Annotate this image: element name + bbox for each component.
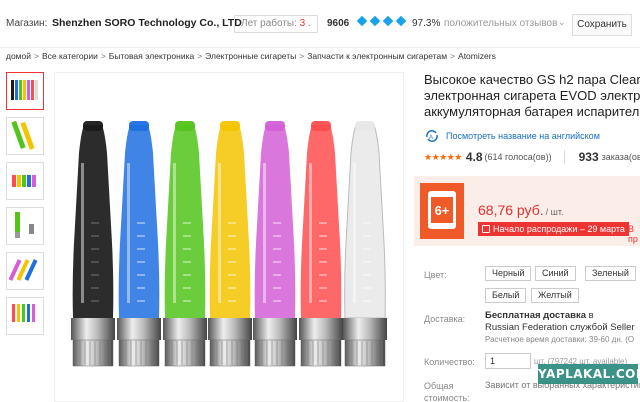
delivery-free: Бесплатная доставка bbox=[485, 310, 586, 321]
svg-text:A: A bbox=[429, 135, 433, 141]
atomizer-1 bbox=[71, 121, 115, 367]
breadcrumb-item: Atomizers bbox=[458, 51, 496, 61]
years-badge: Лет работы: 3 . bbox=[234, 15, 318, 33]
breadcrumb-item[interactable]: Бытовая электроника bbox=[109, 51, 194, 61]
diamond-icon bbox=[382, 15, 394, 27]
chevron-down-icon[interactable]: ⌄ bbox=[558, 17, 566, 28]
sale-extra-text: В пр bbox=[628, 224, 638, 244]
delivery-label: Доставка: bbox=[424, 314, 466, 324]
price-unit: / шт. bbox=[545, 207, 564, 217]
divider bbox=[563, 150, 565, 164]
color-option-green[interactable]: Зеленый bbox=[585, 266, 636, 281]
thumbnail-1[interactable] bbox=[6, 72, 44, 110]
sale-start-text: Начало распродажи – 29 марта bbox=[493, 224, 625, 234]
price-value: 68,76 руб. bbox=[478, 202, 544, 218]
thumbnail-image bbox=[11, 120, 35, 150]
atomizer-6 bbox=[299, 121, 343, 367]
price: 68,76 руб. / шт. bbox=[478, 202, 563, 218]
breadcrumb: домой > Все категории > Бытовая электроника >… bbox=[6, 51, 496, 61]
color-option-white[interactable]: Белый bbox=[485, 288, 527, 303]
atomizer-7 bbox=[343, 121, 387, 367]
thumbnail-image bbox=[11, 80, 38, 100]
breadcrumb-separator: > bbox=[34, 51, 39, 61]
color-option-black[interactable]: Черный bbox=[485, 266, 532, 281]
rating-row: ★★★★★ 4.8 (614 голоса(ов)) 933 заказа(ов bbox=[424, 150, 640, 164]
breadcrumb-separator: > bbox=[450, 51, 456, 61]
thumbnail-3[interactable] bbox=[6, 162, 44, 200]
color-label: Цвет: bbox=[424, 270, 447, 280]
atomizer-5 bbox=[253, 121, 297, 367]
product-title-line: аккумуляторная батарея испаритель bbox=[424, 104, 640, 119]
gift-icon: 6+ bbox=[428, 191, 456, 229]
thumbnail-2[interactable] bbox=[6, 117, 44, 155]
breadcrumb-separator: > bbox=[299, 51, 305, 61]
atomizer-photo bbox=[71, 121, 387, 367]
rating-votes[interactable]: (614 голоса(ов)) bbox=[485, 152, 552, 162]
years-value: 3 bbox=[299, 18, 306, 29]
watermark: YAPLAKAL.COM bbox=[538, 364, 640, 384]
thumbnail-image bbox=[8, 259, 38, 281]
breadcrumb-separator: > bbox=[197, 51, 203, 61]
translate-icon: A bbox=[424, 128, 440, 144]
store-name-link[interactable]: Shenzhen SORO Technology Co., LTD bbox=[52, 17, 242, 29]
diamond-icon bbox=[356, 15, 368, 27]
orders-label: заказа(ов bbox=[601, 152, 640, 162]
orders-count: 933 bbox=[578, 150, 599, 164]
main-product-image[interactable] bbox=[54, 72, 404, 402]
atomizer-2 bbox=[117, 121, 161, 367]
store-bar: Магазин: Shenzhen SORO Technology Co., L… bbox=[0, 0, 640, 48]
price-box: 6+ 68,76 руб. / шт. Начало распродажи – 2… bbox=[414, 176, 640, 246]
thumbnail-image bbox=[12, 175, 36, 187]
thumbnail-5[interactable] bbox=[6, 252, 44, 290]
breadcrumb-item[interactable]: Электронные сигареты bbox=[205, 51, 296, 61]
quantity-input[interactable] bbox=[485, 353, 531, 369]
atomizer-4 bbox=[208, 121, 252, 367]
translate-link-text[interactable]: Посмотреть название на английском bbox=[446, 131, 600, 141]
positive-feedback-label[interactable]: положительных отзывов bbox=[444, 18, 557, 29]
sale-start-banner: Начало распродажи – 29 марта bbox=[478, 222, 629, 236]
breadcrumb-item[interactable]: домой bbox=[6, 51, 31, 61]
color-option-yellow[interactable]: Желтый bbox=[531, 288, 579, 303]
delivery-destination[interactable]: Russian Federation службой Seller bbox=[485, 322, 640, 334]
quantity-label: Количество: bbox=[424, 357, 475, 367]
breadcrumb-item[interactable]: Все категории bbox=[42, 51, 98, 61]
delivery-info: Бесплатная доставка в Russian Federation… bbox=[485, 310, 640, 346]
seller-rank-diamonds bbox=[356, 15, 407, 27]
positive-feedback-pct: 97.3% bbox=[412, 18, 441, 29]
thumbnail-list bbox=[6, 72, 44, 342]
star-rating-icon: ★★★★★ bbox=[424, 151, 462, 162]
color-option-blue[interactable]: Синий bbox=[535, 266, 576, 281]
sale-badge: 6+ bbox=[420, 183, 464, 239]
breadcrumb-separator: > bbox=[100, 51, 106, 61]
diamond-icon bbox=[369, 15, 381, 27]
atomizer-3 bbox=[163, 121, 207, 367]
thumbnail-6[interactable] bbox=[6, 297, 44, 335]
diamond-icon bbox=[395, 15, 407, 27]
translate-title-link[interactable]: A Посмотреть название на английском bbox=[424, 128, 600, 144]
thumbnail-4[interactable] bbox=[6, 207, 44, 245]
store-label: Магазин: bbox=[6, 18, 48, 29]
save-store-button[interactable]: Сохранить bbox=[572, 14, 632, 36]
product-title-line: электронная сигарета EVOD электро bbox=[424, 88, 640, 103]
delivery-in: в bbox=[588, 310, 594, 321]
feedback-score: 9606 bbox=[327, 18, 350, 29]
thumbnail-image bbox=[12, 304, 35, 322]
rating-value: 4.8 bbox=[465, 150, 483, 164]
years-label: Лет работы: bbox=[241, 18, 297, 29]
breadcrumb-item[interactable]: Запчасти к электронным сигаретам bbox=[307, 51, 447, 61]
thumbnail-image bbox=[15, 212, 34, 238]
total-label: Общая стоимость: bbox=[424, 381, 470, 402]
delivery-estimate: Расчетное время доставки: 39-60 дн. (О bbox=[485, 335, 635, 344]
calendar-icon bbox=[482, 225, 490, 233]
product-title: Высокое качество GS h2 пара Clearo элект… bbox=[424, 72, 640, 120]
badge-text: 6+ bbox=[435, 203, 450, 218]
product-title-line: Высокое качество GS h2 пара Clearo bbox=[424, 72, 640, 87]
